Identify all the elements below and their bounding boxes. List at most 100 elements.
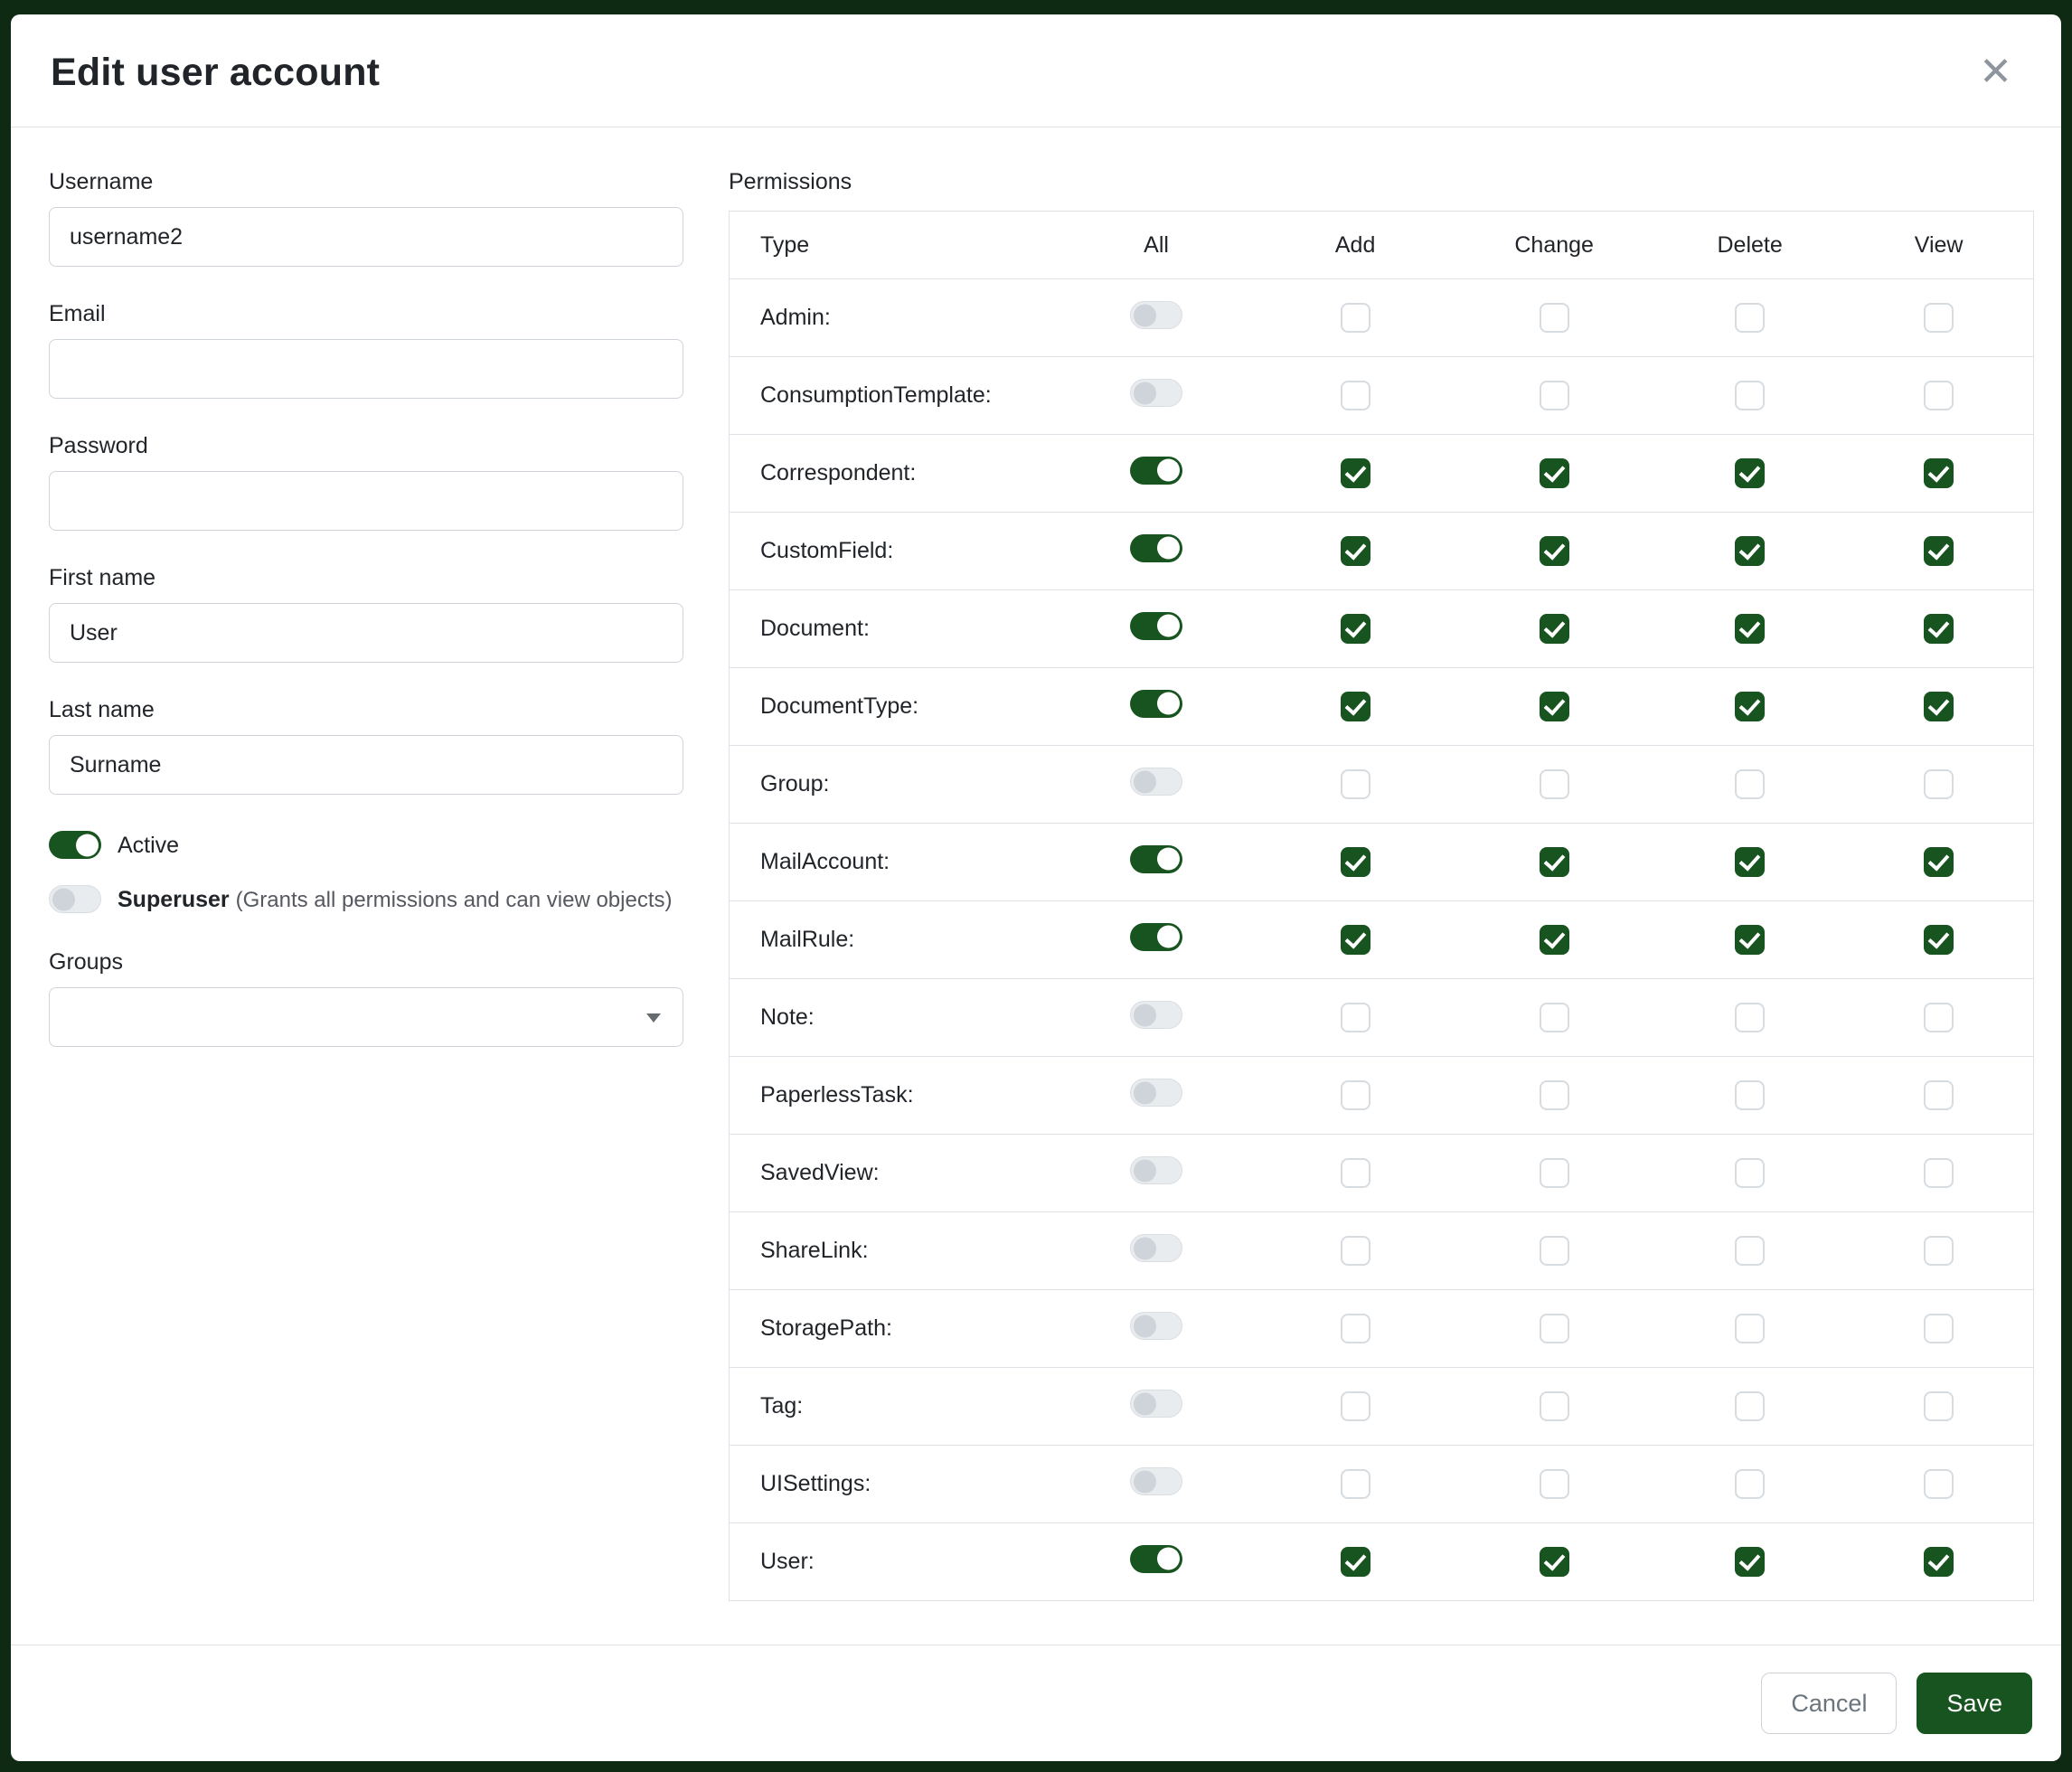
- perm-checkbox-change[interactable]: [1540, 1003, 1569, 1032]
- perm-toggle-all[interactable]: [1130, 768, 1182, 796]
- perm-checkbox-delete[interactable]: [1735, 1314, 1765, 1343]
- perm-toggle-all[interactable]: [1130, 923, 1182, 951]
- perm-checkbox-view[interactable]: [1924, 925, 1954, 955]
- close-icon[interactable]: ✕: [1972, 49, 2020, 96]
- perm-checkbox-view[interactable]: [1924, 1158, 1954, 1188]
- superuser-toggle[interactable]: [49, 885, 101, 913]
- perm-checkbox-view[interactable]: [1924, 1003, 1954, 1032]
- perm-checkbox-add[interactable]: [1341, 1080, 1370, 1110]
- perm-checkbox-change[interactable]: [1540, 1547, 1569, 1577]
- perm-checkbox-view[interactable]: [1924, 536, 1954, 566]
- email-input[interactable]: [49, 339, 683, 399]
- perm-checkbox-change[interactable]: [1540, 536, 1569, 566]
- active-toggle[interactable]: [49, 831, 101, 859]
- perm-checkbox-delete[interactable]: [1735, 303, 1765, 333]
- perm-type-label: Admin:: [730, 279, 1056, 357]
- perm-cell-view: [1844, 1368, 2033, 1446]
- perm-checkbox-add[interactable]: [1341, 1314, 1370, 1343]
- perm-checkbox-change[interactable]: [1540, 1314, 1569, 1343]
- save-button[interactable]: Save: [1917, 1673, 2032, 1734]
- perm-toggle-all[interactable]: [1130, 1234, 1182, 1262]
- perm-checkbox-change[interactable]: [1540, 458, 1569, 488]
- perm-toggle-all[interactable]: [1130, 1545, 1182, 1573]
- perm-toggle-all[interactable]: [1130, 690, 1182, 718]
- perm-checkbox-delete[interactable]: [1735, 1547, 1765, 1577]
- perm-checkbox-add[interactable]: [1341, 1003, 1370, 1032]
- perm-checkbox-view[interactable]: [1924, 381, 1954, 410]
- perm-checkbox-add[interactable]: [1341, 381, 1370, 410]
- perm-checkbox-view[interactable]: [1924, 1080, 1954, 1110]
- perm-checkbox-add[interactable]: [1341, 303, 1370, 333]
- perm-toggle-all[interactable]: [1130, 1079, 1182, 1107]
- perm-checkbox-view[interactable]: [1924, 303, 1954, 333]
- perm-toggle-all[interactable]: [1130, 1467, 1182, 1495]
- perm-checkbox-change[interactable]: [1540, 1080, 1569, 1110]
- perm-checkbox-change[interactable]: [1540, 381, 1569, 410]
- perm-checkbox-delete[interactable]: [1735, 925, 1765, 955]
- perm-checkbox-change[interactable]: [1540, 614, 1569, 644]
- perm-checkbox-delete[interactable]: [1735, 1469, 1765, 1499]
- perm-checkbox-view[interactable]: [1924, 614, 1954, 644]
- perm-checkbox-delete[interactable]: [1735, 614, 1765, 644]
- perm-checkbox-add[interactable]: [1341, 536, 1370, 566]
- perm-checkbox-delete[interactable]: [1735, 1080, 1765, 1110]
- first-name-input[interactable]: [49, 603, 683, 663]
- perm-toggle-all[interactable]: [1130, 612, 1182, 640]
- perm-cell-view: [1844, 901, 2033, 979]
- perm-toggle-all[interactable]: [1130, 301, 1182, 329]
- perm-toggle-all[interactable]: [1130, 1312, 1182, 1340]
- perm-checkbox-view[interactable]: [1924, 1314, 1954, 1343]
- perm-checkbox-view[interactable]: [1924, 1469, 1954, 1499]
- perm-checkbox-delete[interactable]: [1735, 1003, 1765, 1032]
- perm-checkbox-add[interactable]: [1341, 769, 1370, 799]
- perm-checkbox-add[interactable]: [1341, 1236, 1370, 1266]
- perm-checkbox-change[interactable]: [1540, 303, 1569, 333]
- perm-checkbox-view[interactable]: [1924, 847, 1954, 877]
- perm-checkbox-delete[interactable]: [1735, 847, 1765, 877]
- perm-checkbox-delete[interactable]: [1735, 692, 1765, 721]
- perm-checkbox-add[interactable]: [1341, 1547, 1370, 1577]
- perm-checkbox-change[interactable]: [1540, 925, 1569, 955]
- cancel-button[interactable]: Cancel: [1761, 1673, 1897, 1734]
- password-input[interactable]: [49, 471, 683, 531]
- perm-checkbox-change[interactable]: [1540, 692, 1569, 721]
- perm-checkbox-add[interactable]: [1341, 1469, 1370, 1499]
- perm-checkbox-delete[interactable]: [1735, 1236, 1765, 1266]
- perm-checkbox-change[interactable]: [1540, 769, 1569, 799]
- perm-checkbox-change[interactable]: [1540, 847, 1569, 877]
- perm-toggle-all[interactable]: [1130, 457, 1182, 485]
- switch-knob: [1157, 615, 1180, 637]
- perm-checkbox-add[interactable]: [1341, 1158, 1370, 1188]
- perm-toggle-all[interactable]: [1130, 1390, 1182, 1418]
- perm-checkbox-delete[interactable]: [1735, 1158, 1765, 1188]
- perm-checkbox-view[interactable]: [1924, 458, 1954, 488]
- perm-checkbox-view[interactable]: [1924, 1236, 1954, 1266]
- perm-checkbox-change[interactable]: [1540, 1391, 1569, 1421]
- perm-checkbox-view[interactable]: [1924, 1391, 1954, 1421]
- perm-checkbox-delete[interactable]: [1735, 381, 1765, 410]
- perm-toggle-all[interactable]: [1130, 534, 1182, 562]
- perm-checkbox-view[interactable]: [1924, 692, 1954, 721]
- perm-checkbox-delete[interactable]: [1735, 1391, 1765, 1421]
- perm-checkbox-add[interactable]: [1341, 847, 1370, 877]
- perm-toggle-all[interactable]: [1130, 845, 1182, 873]
- perm-checkbox-add[interactable]: [1341, 925, 1370, 955]
- perm-toggle-all[interactable]: [1130, 1001, 1182, 1029]
- perm-checkbox-change[interactable]: [1540, 1158, 1569, 1188]
- perm-toggle-all[interactable]: [1130, 1156, 1182, 1184]
- perm-checkbox-delete[interactable]: [1735, 769, 1765, 799]
- perm-checkbox-add[interactable]: [1341, 692, 1370, 721]
- perm-checkbox-view[interactable]: [1924, 1547, 1954, 1577]
- perm-checkbox-add[interactable]: [1341, 458, 1370, 488]
- perm-checkbox-add[interactable]: [1341, 614, 1370, 644]
- perm-checkbox-delete[interactable]: [1735, 536, 1765, 566]
- perm-checkbox-delete[interactable]: [1735, 458, 1765, 488]
- perm-checkbox-change[interactable]: [1540, 1469, 1569, 1499]
- last-name-input[interactable]: [49, 735, 683, 795]
- perm-toggle-all[interactable]: [1130, 379, 1182, 407]
- perm-checkbox-view[interactable]: [1924, 769, 1954, 799]
- username-input[interactable]: [49, 207, 683, 267]
- perm-checkbox-add[interactable]: [1341, 1391, 1370, 1421]
- perm-checkbox-change[interactable]: [1540, 1236, 1569, 1266]
- groups-select[interactable]: [49, 987, 683, 1047]
